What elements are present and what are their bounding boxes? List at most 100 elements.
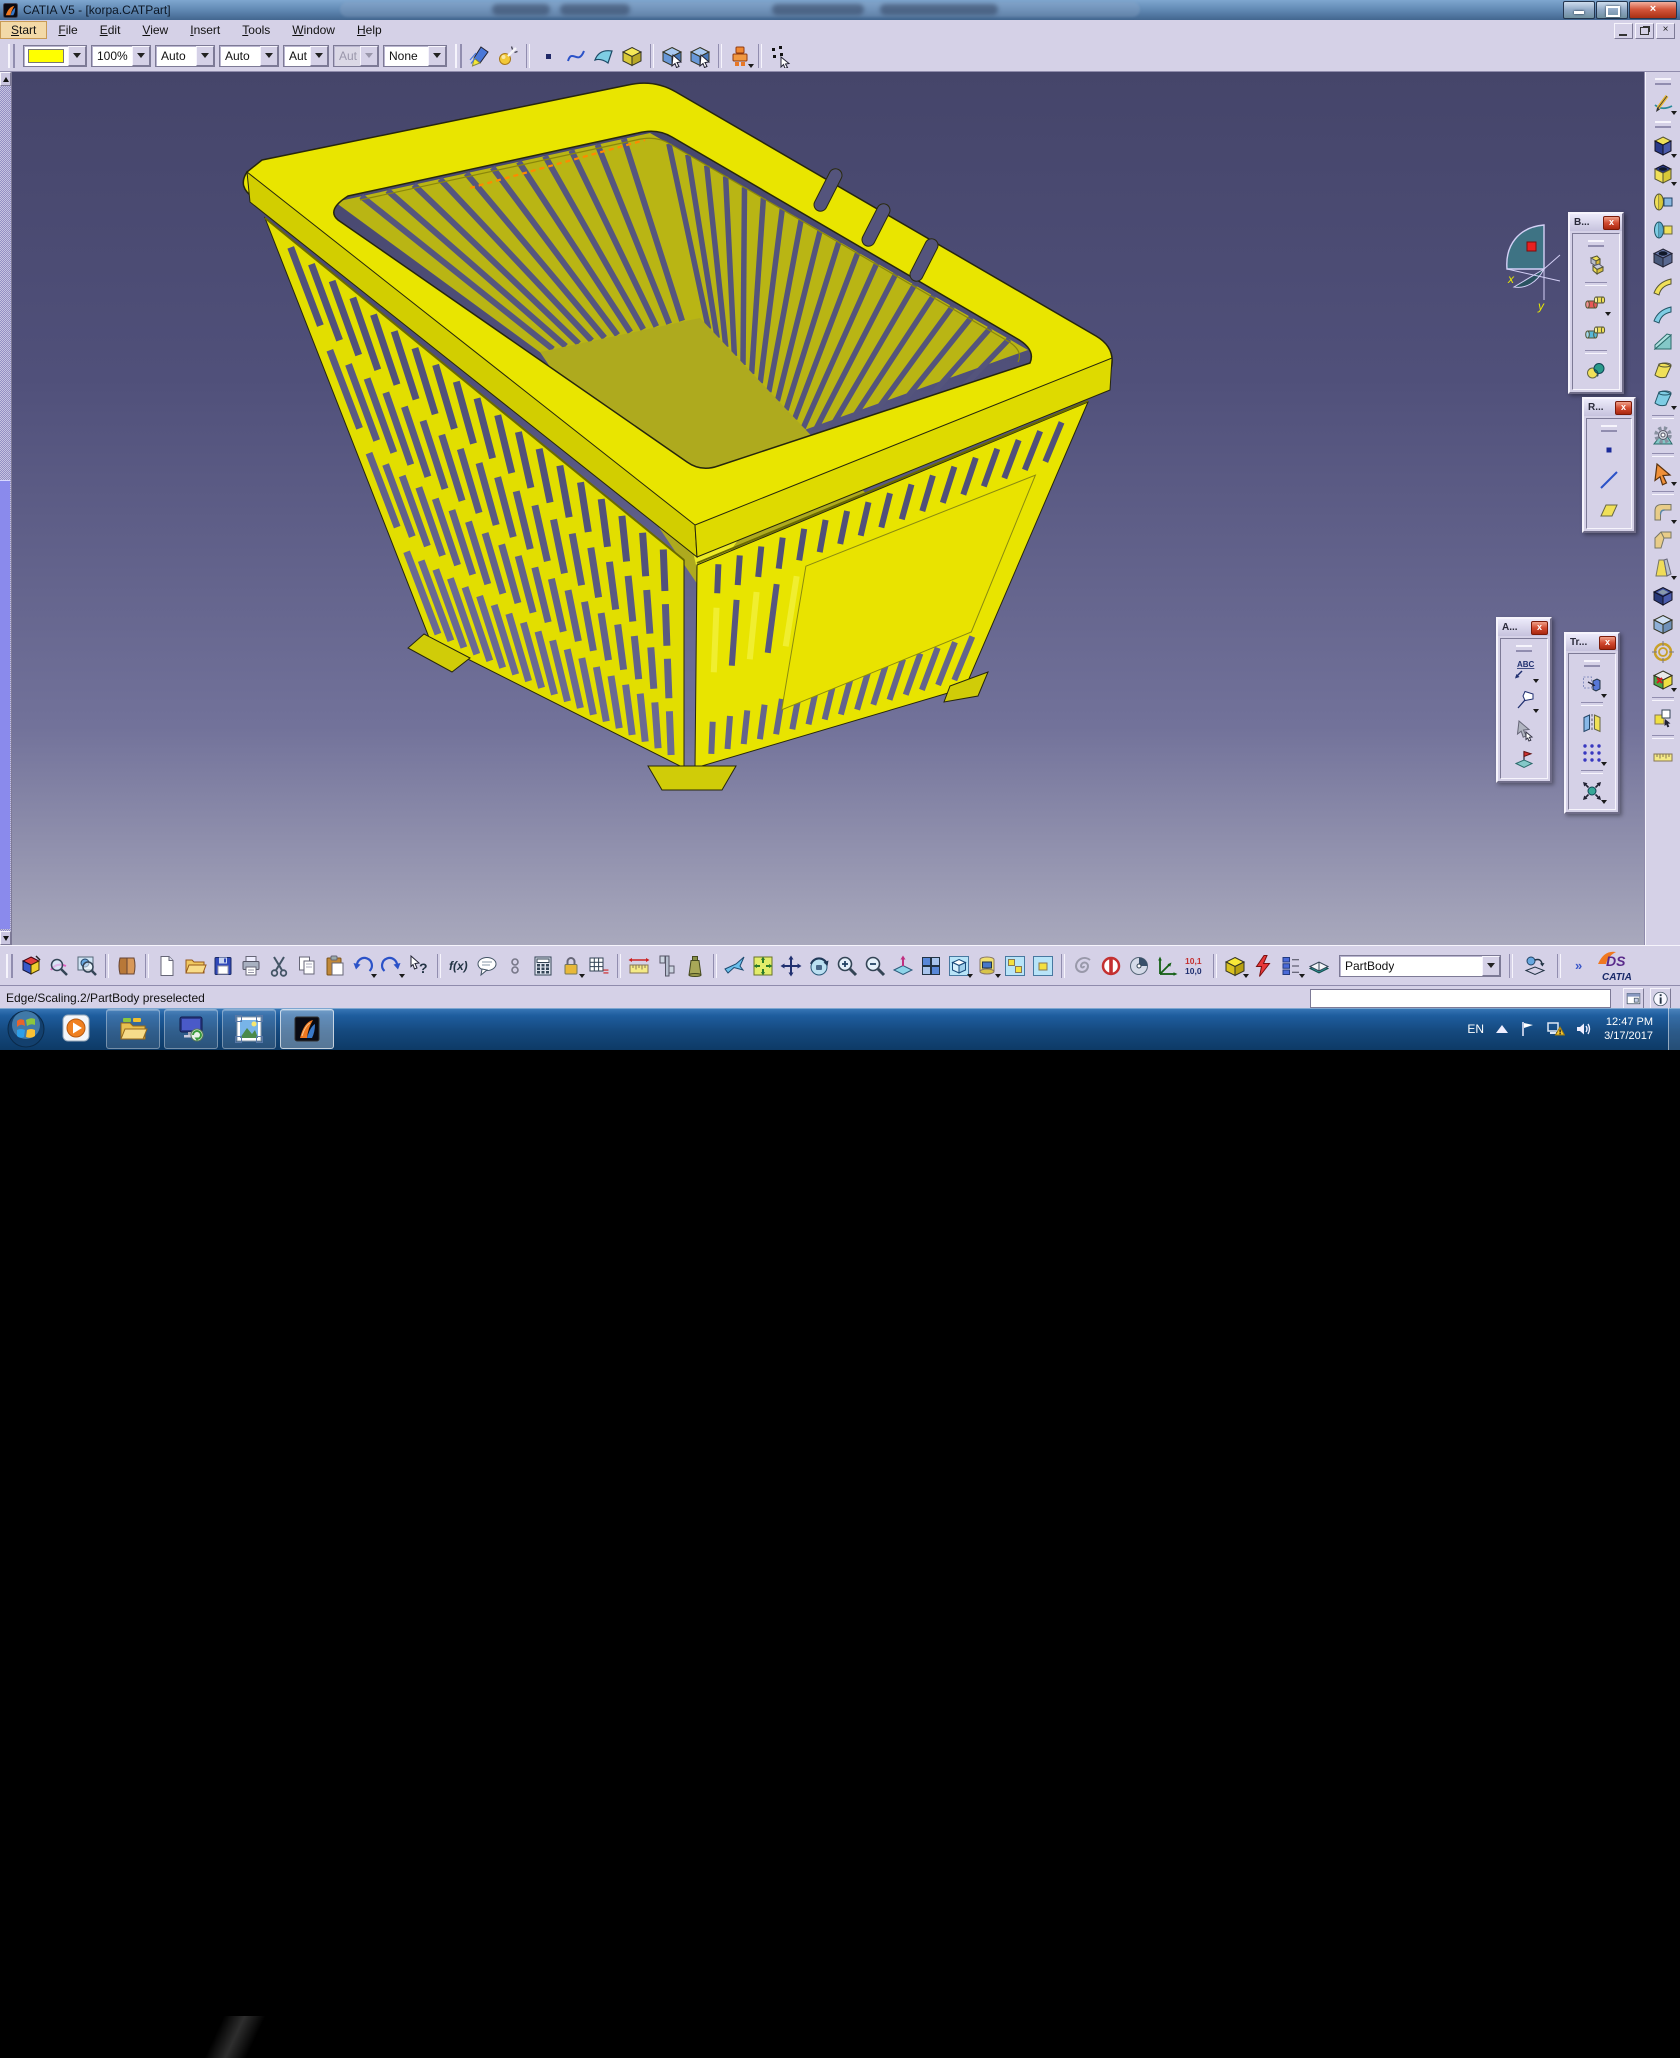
text-with-leader-icon[interactable]: ABC <box>1510 656 1538 684</box>
knowledge-list-icon[interactable] <box>1278 953 1304 979</box>
chevron-down-icon[interactable] <box>196 46 214 66</box>
mdi-close-button[interactable]: × <box>1656 23 1675 39</box>
graphic-property-combo-5[interactable]: None <box>383 45 447 67</box>
3d-viewport[interactable]: x y B... x R... x A... x ABC Tr... x <box>0 72 1645 945</box>
scroll-up-icon[interactable] <box>0 72 11 86</box>
undo-icon[interactable] <box>350 953 376 979</box>
draft-angle-icon[interactable] <box>1650 555 1676 581</box>
zoom-in-icon[interactable] <box>834 953 860 979</box>
line-icon[interactable] <box>1595 466 1623 494</box>
multi-sections-solid-icon[interactable] <box>1650 357 1676 383</box>
menu-view[interactable]: View <box>131 21 179 39</box>
graphic-property-combo-2[interactable]: Auto <box>219 45 279 67</box>
taskbar-app-photo-viewer[interactable] <box>222 1009 276 1049</box>
menu-start[interactable]: Start <box>0 21 47 39</box>
command-window-icon[interactable] <box>1623 988 1644 1009</box>
close-icon[interactable]: x <box>1599 636 1616 650</box>
taskbar-app-remote-desktop[interactable] <box>164 1009 218 1049</box>
drag-handle[interactable] <box>1584 660 1600 667</box>
slot-icon[interactable] <box>1650 301 1676 327</box>
comment-icon[interactable] <box>474 953 500 979</box>
drag-handle[interactable] <box>8 44 15 68</box>
fit-all-in-icon[interactable] <box>750 953 776 979</box>
swap-visible-space-icon[interactable] <box>1030 953 1056 979</box>
new-icon[interactable] <box>154 953 180 979</box>
scroll-down-icon[interactable] <box>0 931 11 945</box>
union-trim-icon[interactable] <box>1582 357 1610 385</box>
copy-icon[interactable] <box>294 953 320 979</box>
menu-edit[interactable]: Edit <box>89 21 132 39</box>
maximize-button[interactable] <box>1596 1 1628 19</box>
translation-icon[interactable] <box>1578 671 1606 699</box>
paste-icon[interactable] <box>322 953 348 979</box>
datum-points-cloud-icon[interactable] <box>767 43 793 69</box>
whats-this-icon[interactable]: ? <box>406 953 432 979</box>
close-button[interactable]: × <box>1629 1 1677 19</box>
measure-inertia-icon[interactable] <box>682 953 708 979</box>
mdi-restore-button[interactable] <box>1635 23 1654 39</box>
drag-handle[interactable] <box>1588 240 1604 247</box>
panel-title-bar[interactable]: A... x <box>1498 619 1550 636</box>
print-icon[interactable] <box>238 953 264 979</box>
panel-title-bar[interactable]: R... x <box>1584 399 1634 416</box>
shaft-icon[interactable] <box>1650 189 1676 215</box>
graphic-property-combo-3[interactable]: Aut <box>283 45 329 67</box>
stiffener-icon[interactable] <box>1650 329 1676 355</box>
taskbar-clock[interactable]: 12:47 PM 3/17/2017 <box>1604 1015 1653 1043</box>
hole-icon[interactable] <box>1650 245 1676 271</box>
panel-title-bar[interactable]: Tr... x <box>1566 634 1618 651</box>
menu-insert[interactable]: Insert <box>179 21 231 39</box>
turn-table-icon[interactable] <box>1126 953 1152 979</box>
redo-icon[interactable] <box>378 953 404 979</box>
update-all-icon[interactable] <box>1250 953 1276 979</box>
edge-fillet-icon[interactable] <box>1650 499 1676 525</box>
isometric-view-icon[interactable] <box>946 953 972 979</box>
network-warning-icon[interactable] <box>1547 1021 1565 1037</box>
mirror-icon[interactable] <box>1578 709 1606 737</box>
pad-icon[interactable] <box>1650 133 1676 159</box>
panel-transformation-features[interactable]: Tr... x <box>1564 632 1620 814</box>
current-body-icon[interactable] <box>1222 953 1248 979</box>
workbench-icon[interactable] <box>18 953 44 979</box>
flag-note-icon[interactable] <box>1510 686 1538 714</box>
viewport-scrollbar[interactable] <box>0 72 12 945</box>
close-icon[interactable]: x <box>1531 621 1548 635</box>
rectangular-pattern-icon[interactable] <box>1578 739 1606 767</box>
tap-thread-icon[interactable] <box>1650 639 1676 665</box>
catalog-browser-alt-icon[interactable] <box>687 43 713 69</box>
datum-point-icon[interactable] <box>535 43 561 69</box>
menu-help[interactable]: Help <box>346 21 393 39</box>
equivalent-dimensions-icon[interactable]: = <box>586 953 612 979</box>
assemble-icon[interactable] <box>1582 251 1610 279</box>
removed-multi-sections-solid-icon[interactable] <box>1650 385 1676 411</box>
start-button[interactable] <box>6 1009 46 1049</box>
license-info-icon[interactable] <box>1650 988 1671 1009</box>
volume-icon[interactable] <box>619 43 645 69</box>
formula-icon[interactable]: f(x) <box>446 953 472 979</box>
panel-annotations[interactable]: A... x ABC <box>1496 617 1552 783</box>
show-hidden-icons[interactable] <box>1495 1024 1509 1034</box>
chevron-down-icon[interactable] <box>1482 956 1500 976</box>
fill-color-combo[interactable] <box>23 45 87 67</box>
measure-icon[interactable] <box>1650 743 1676 769</box>
current-body-combo[interactable]: PartBody <box>1339 955 1501 977</box>
catalog-transfer-icon[interactable] <box>1522 953 1548 979</box>
panel-reference-elements[interactable]: R... x <box>1582 397 1636 533</box>
sketch-analysis-icon[interactable] <box>46 953 72 979</box>
toolbar-overflow-chevrons[interactable]: » <box>1575 958 1582 973</box>
panel-title-bar[interactable]: B... x <box>1570 214 1622 231</box>
action-center-flag-icon[interactable] <box>1520 1021 1536 1037</box>
fly-mode-icon[interactable] <box>722 953 748 979</box>
sketcher-icon[interactable] <box>1650 90 1676 116</box>
chevron-down-icon[interactable] <box>68 46 86 66</box>
taskbar-app-windows-explorer[interactable] <box>106 1009 160 1049</box>
render-style-icon[interactable] <box>974 953 1000 979</box>
remove-face-icon[interactable] <box>1650 667 1676 693</box>
design-table-icon[interactable] <box>530 953 556 979</box>
lock-icon[interactable] <box>558 953 584 979</box>
model-korpa-basket[interactable] <box>11 72 1645 945</box>
insert-body-icon[interactable] <box>1650 705 1676 731</box>
rotation-stop-icon[interactable] <box>1098 953 1124 979</box>
chevron-down-icon[interactable] <box>310 46 328 66</box>
menu-window[interactable]: Window <box>281 21 346 39</box>
